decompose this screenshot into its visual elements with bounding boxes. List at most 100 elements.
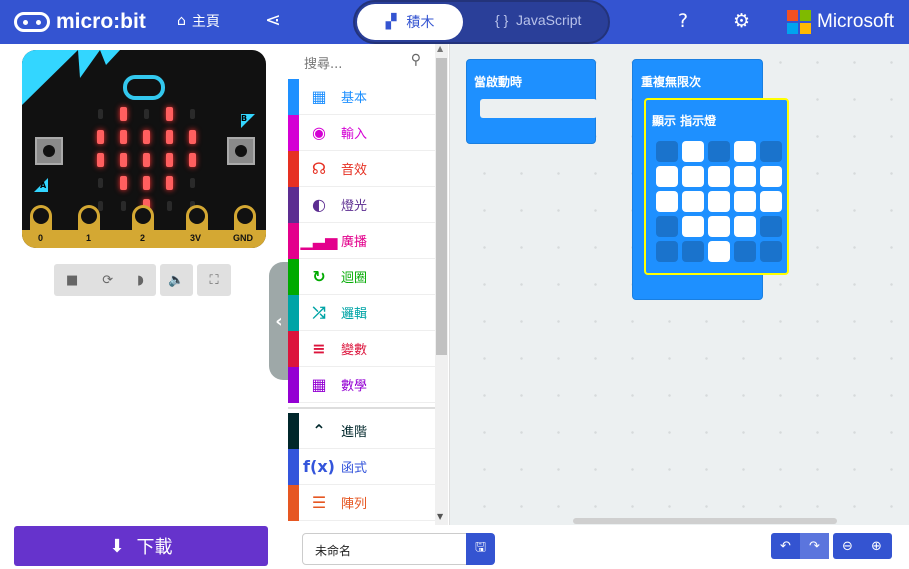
category-icon: ▦ (311, 87, 327, 106)
microbit-logo[interactable]: micro:bit (14, 10, 146, 34)
led-toggle[interactable] (708, 141, 730, 162)
slow-mo-icon[interactable]: ◗ (137, 273, 144, 288)
led-toggle[interactable] (708, 216, 730, 237)
category-label: 進階 (341, 425, 368, 440)
tab-javascript[interactable]: { } JavaScript (495, 12, 581, 28)
led-toggle[interactable] (760, 141, 782, 162)
toolbox-category-3[interactable]: ◐ 燈光 (288, 186, 435, 223)
led-toggle[interactable] (760, 166, 782, 187)
toolbox-category-adv-1[interactable]: f(x) 函式 (288, 448, 435, 485)
led-toggle[interactable] (734, 166, 756, 187)
share-button[interactable]: ⋖ (265, 9, 281, 31)
category-label: 邏輯 (341, 307, 368, 322)
led-toggle[interactable] (656, 241, 678, 262)
collapse-simulator-button[interactable]: ‹ (269, 262, 289, 380)
toolbox-category-7[interactable]: ≡ 變數 (288, 330, 435, 367)
led-toggle[interactable] (656, 166, 678, 187)
fullscreen-button[interactable]: ⛶ (197, 264, 231, 296)
sim-led (143, 176, 150, 190)
category-icon: ☰ (311, 493, 327, 512)
led-toggle[interactable] (708, 191, 730, 212)
microsoft-icon (787, 10, 811, 34)
led-toggle[interactable] (734, 241, 756, 262)
category-color-bar (288, 448, 299, 485)
category-color-bar (288, 366, 299, 403)
scroll-up-icon[interactable]: ▲ (437, 44, 443, 53)
led-toggle[interactable] (656, 141, 678, 162)
gear-icon[interactable]: ⚙ (733, 10, 750, 32)
save-button[interactable]: 🖫 (466, 533, 495, 565)
led-toggle[interactable] (682, 141, 704, 162)
zoom-out-icon[interactable]: ⊖ (833, 533, 862, 559)
save-icon: 🖫 (474, 540, 487, 555)
category-icon: ≡ (312, 339, 326, 358)
category-color-bar (288, 114, 299, 151)
toolbox-search[interactable]: 搜尋... ⚲ (288, 44, 435, 79)
microsoft-label: Microsoft (817, 11, 895, 32)
toolbox-category-0[interactable]: ▦ 基本 (288, 78, 435, 115)
sim-led (167, 201, 172, 211)
led-toggle[interactable] (656, 216, 678, 237)
workspace-scrollbar[interactable] (573, 518, 837, 524)
braces-icon: { } (495, 12, 509, 28)
category-color-bar (288, 78, 299, 115)
led-toggle[interactable] (708, 241, 730, 262)
forever-label: 重複無限次 (641, 75, 702, 89)
scroll-down-icon[interactable]: ▼ (437, 512, 443, 521)
zoom-in-icon[interactable]: ⊕ (862, 533, 891, 559)
button-a[interactable] (35, 137, 63, 165)
toolbox-category-adv-2[interactable]: ☰ 陣列 (288, 484, 435, 521)
category-icon: f(x) (303, 457, 335, 476)
toolbox: 搜尋... ⚲ ▲ ▼ ▦ 基本 ◉ 輸入 ☊ 音效 ◐ 燈光 ▁▃▅ 廣播 ↻ 迴圈 ⤮ 邏輯 ≡ 變數 ▦ 數學… (288, 44, 450, 525)
toolbox-category-2[interactable]: ☊ 音效 (288, 150, 435, 187)
category-icon: ⌃ (312, 421, 326, 440)
category-label: 變數 (341, 343, 368, 358)
led-toggle[interactable] (734, 216, 756, 237)
led-toggle[interactable] (708, 166, 730, 187)
led-toggle[interactable] (734, 141, 756, 162)
category-color-bar (288, 294, 299, 331)
stop-icon[interactable]: ■ (66, 273, 78, 288)
on-start-slot (480, 99, 597, 118)
help-icon[interactable]: ? (678, 10, 688, 32)
tab-blocks[interactable]: ▞ 積木 (357, 4, 463, 40)
led-toggle[interactable] (682, 216, 704, 237)
led-toggle[interactable] (760, 216, 782, 237)
led-toggle[interactable] (656, 191, 678, 212)
toolbox-category-adv-0[interactable]: ⌃ 進階 (288, 412, 435, 449)
toolbox-category-8[interactable]: ▦ 數學 (288, 366, 435, 403)
scrollbar-thumb[interactable] (436, 58, 447, 355)
toolbox-category-4[interactable]: ▁▃▅ 廣播 (288, 222, 435, 259)
toolbox-scrollbar[interactable]: ▲ ▼ (435, 44, 448, 525)
chevron-left-icon: ‹ (275, 310, 283, 332)
led-toggle[interactable] (760, 191, 782, 212)
toolbox-category-6[interactable]: ⤮ 邏輯 (288, 294, 435, 331)
restart-icon[interactable]: ⟳ (102, 273, 113, 288)
led-toggle[interactable] (682, 166, 704, 187)
led-toggle[interactable] (760, 241, 782, 262)
led-toggle[interactable] (734, 191, 756, 212)
microbit-board: A B 0 1 2 3V GND (22, 50, 266, 248)
show-leds-label: 顯示 指示燈 (652, 114, 717, 128)
redo-icon[interactable]: ↷ (800, 533, 829, 559)
sim-led (144, 109, 149, 119)
button-b[interactable] (227, 137, 255, 165)
project-name-input[interactable]: 未命名 (302, 533, 468, 565)
on-start-label: 當啟動時 (474, 75, 523, 89)
category-label: 數學 (341, 379, 368, 394)
sim-led (190, 178, 195, 188)
toolbox-category-1[interactable]: ◉ 輸入 (288, 114, 435, 151)
mute-button[interactable]: 🔈 (160, 264, 193, 296)
toolbox-category-5[interactable]: ↻ 迴圈 (288, 258, 435, 295)
download-button[interactable]: ⬇ 下載 (14, 526, 268, 566)
undo-icon[interactable]: ↶ (771, 533, 800, 559)
microbit-logo-icon (123, 75, 165, 100)
search-icon[interactable]: ⚲ (411, 52, 421, 68)
microsoft-logo[interactable]: Microsoft (787, 10, 894, 34)
led-toggle[interactable] (682, 191, 704, 212)
led-editor-grid (656, 141, 782, 262)
on-start-block[interactable]: 當啟動時 (466, 59, 597, 144)
led-toggle[interactable] (682, 241, 704, 262)
sim-led (166, 107, 173, 121)
home-button[interactable]: ⌂ 主頁 (177, 11, 220, 31)
